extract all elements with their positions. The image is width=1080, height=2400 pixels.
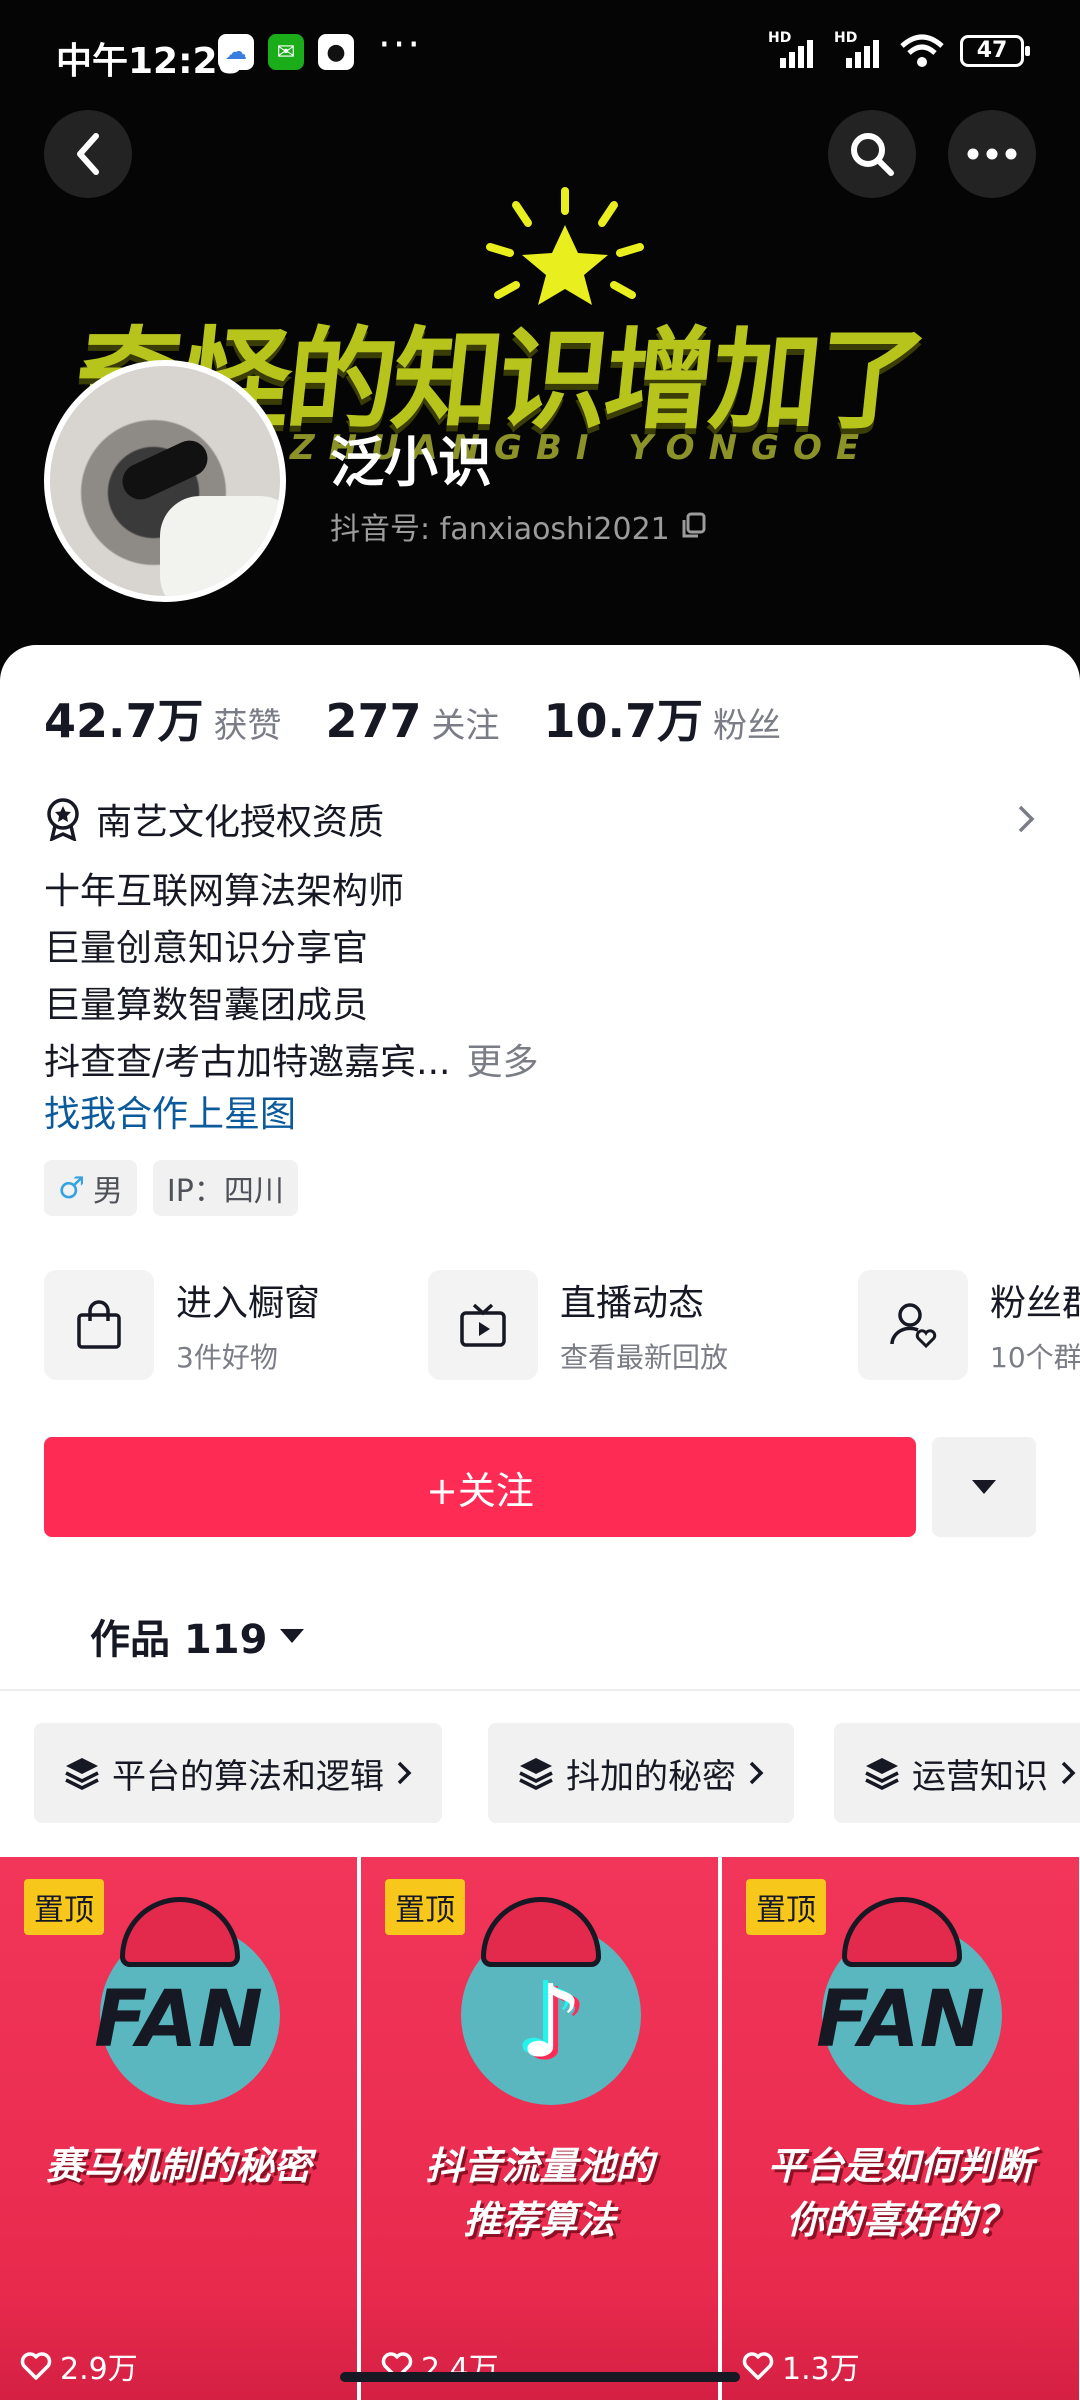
tab-works[interactable]: 作品 119 bbox=[90, 1607, 305, 1665]
video-thumbnail[interactable]: FAN 置顶 赛马机制的秘密 2.9万 bbox=[0, 1857, 357, 2400]
douyin-id-text: 抖音号: fanxiaoshi2021 bbox=[330, 512, 670, 547]
certification-text: 南艺文化授权资质 bbox=[96, 802, 385, 843]
divider bbox=[0, 1689, 1080, 1691]
bio-line: 巨量算数智囊团成员 bbox=[44, 985, 369, 1026]
collection-chip[interactable]: 抖加的秘密 bbox=[488, 1723, 794, 1823]
status-time: 中午12:28 bbox=[56, 41, 243, 82]
triangle-down-icon bbox=[280, 1629, 305, 1643]
ip-tag: IP：四川 bbox=[152, 1160, 298, 1216]
video-title: 平台是如何判断 你的喜好的？ bbox=[767, 2144, 1034, 2242]
status-more-icon: ··· bbox=[378, 22, 423, 68]
bio-line: 抖查查/考古加特邀嘉宾... 更多 bbox=[44, 1042, 539, 1083]
pinned-badge: 置顶 bbox=[24, 1879, 104, 1935]
video-grid: FAN 置顶 赛马机制的秘密 2.9万 ♪ 置顶 抖音流量池的 推荐算法 2.4万… bbox=[0, 1857, 1080, 2400]
tiktok-note-icon: ♪ bbox=[519, 1963, 583, 2080]
douyin-id[interactable]: 抖音号: fanxiaoshi2021 bbox=[330, 504, 706, 548]
signal-icon: HD bbox=[834, 30, 884, 68]
collection-chip[interactable]: 平台的算法和逻辑 bbox=[34, 1723, 442, 1823]
status-bar: 中午12:28 ☁ ✉ ● ··· HD HD 47 bbox=[0, 0, 1080, 110]
collections-row: 平台的算法和逻辑 抖加的秘密 运营知识 bbox=[34, 1723, 1080, 1823]
fan-group-icon bbox=[858, 1270, 968, 1380]
wifi-icon bbox=[900, 34, 944, 67]
wechat-icon: ✉ bbox=[268, 34, 304, 70]
profile-card: 42.7万 获赞 277 关注 10.7万 粉丝 南艺文化授权资质 十年互联网算… bbox=[0, 645, 1080, 2400]
collection-chip[interactable]: 运营知识 bbox=[834, 1723, 1080, 1823]
layers-icon bbox=[65, 1758, 99, 1790]
certification-row[interactable]: 南艺文化授权资质 bbox=[44, 793, 1036, 845]
chevron-right-icon bbox=[749, 1761, 764, 1785]
stat-likes[interactable]: 42.7万 获赞 bbox=[44, 685, 282, 751]
search-button[interactable] bbox=[828, 110, 916, 198]
more-button[interactable] bbox=[948, 110, 1036, 198]
layers-icon bbox=[519, 1758, 553, 1790]
fan-logo: FAN bbox=[94, 1975, 263, 2065]
avatar[interactable] bbox=[44, 360, 286, 602]
chevron-right-icon bbox=[1061, 1761, 1076, 1785]
services-row: 进入橱窗 3件好物 直播动态 查看最新回放 粉丝群 10个群 bbox=[44, 1270, 1080, 1380]
gender-tag: ♂ 男 bbox=[44, 1160, 137, 1216]
cloud-app-icon: ☁ bbox=[218, 34, 254, 70]
stat-following[interactable]: 277 关注 bbox=[326, 694, 500, 748]
more-dots-icon bbox=[967, 148, 1017, 160]
triangle-down-icon bbox=[972, 1480, 996, 1494]
cap-icon bbox=[842, 1897, 962, 1967]
works-tab-label: 作品 119 bbox=[90, 1617, 268, 1663]
male-icon: ♂ bbox=[58, 1170, 85, 1206]
chevron-right-icon bbox=[1018, 805, 1035, 833]
cap-icon bbox=[120, 1897, 240, 1967]
recommend-dropdown-button[interactable] bbox=[932, 1437, 1036, 1537]
heart-icon bbox=[742, 2352, 774, 2380]
star-map-link[interactable]: 找我合作上星图 bbox=[44, 1085, 296, 1137]
bio-line: 十年互联网算法架构师 bbox=[44, 871, 405, 912]
pinned-badge: 置顶 bbox=[385, 1879, 465, 1935]
chevron-right-icon bbox=[397, 1761, 412, 1785]
video-likes: 1.3万 bbox=[742, 2344, 860, 2388]
video-likes: 2.9万 bbox=[20, 2344, 138, 2388]
signal-icon: HD bbox=[768, 30, 818, 68]
home-indicator[interactable] bbox=[340, 2372, 740, 2382]
battery-indicator: 47 bbox=[960, 35, 1030, 67]
video-thumbnail[interactable]: FAN 置顶 平台是如何判断 你的喜好的？ 1.3万 bbox=[722, 1857, 1079, 2400]
profile-tags: ♂ 男 IP：四川 bbox=[44, 1160, 298, 1216]
live-updates-entry[interactable]: 直播动态 查看最新回放 bbox=[428, 1270, 728, 1380]
bio: 十年互联网算法架构师 巨量创意知识分享官 巨量算数智囊团成员 抖查查/考古加特邀… bbox=[44, 863, 538, 1091]
bio-more-link[interactable]: 更多 bbox=[466, 1042, 538, 1083]
chevron-left-icon bbox=[77, 133, 99, 175]
video-title: 抖音流量池的 推荐算法 bbox=[425, 2144, 654, 2242]
copy-icon[interactable] bbox=[680, 512, 706, 540]
fan-logo: FAN bbox=[816, 1975, 985, 2065]
follow-button[interactable]: +关注 bbox=[44, 1437, 916, 1537]
stat-followers[interactable]: 10.7万 粉丝 bbox=[544, 685, 782, 751]
shop-window-entry[interactable]: 进入橱窗 3件好物 bbox=[44, 1270, 320, 1380]
video-title: 赛马机制的秘密 bbox=[45, 2144, 312, 2188]
profile-name: 泛小识 bbox=[330, 431, 492, 494]
fan-group-entry[interactable]: 粉丝群 10个群 bbox=[858, 1270, 1080, 1380]
search-icon bbox=[851, 133, 894, 176]
status-indicators: HD HD 47 bbox=[768, 30, 1030, 68]
pinned-badge: 置顶 bbox=[746, 1879, 826, 1935]
back-button[interactable] bbox=[44, 110, 132, 198]
heart-icon bbox=[20, 2352, 52, 2380]
layers-icon bbox=[865, 1758, 899, 1790]
badge-icon bbox=[47, 798, 79, 841]
shopping-bag-icon bbox=[44, 1270, 154, 1380]
tv-icon bbox=[428, 1270, 538, 1380]
video-thumbnail[interactable]: ♪ 置顶 抖音流量池的 推荐算法 2.4万 bbox=[361, 1857, 718, 2400]
qq-icon: ● bbox=[318, 34, 354, 70]
bio-line: 巨量创意知识分享官 bbox=[44, 928, 369, 969]
cap-icon bbox=[481, 1897, 601, 1967]
status-app-icons: ☁ ✉ ● bbox=[218, 34, 354, 70]
profile-stats: 42.7万 获赞 277 关注 10.7万 粉丝 bbox=[44, 685, 781, 751]
